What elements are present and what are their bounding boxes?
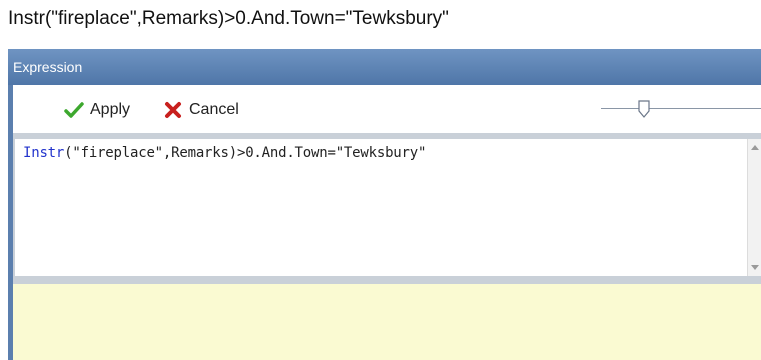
expression-window: Expression Apply Cancel Instr("fireplace… [8, 49, 761, 360]
message-area [13, 278, 761, 360]
x-icon [163, 100, 183, 120]
scroll-up-arrow-icon[interactable] [751, 145, 759, 150]
expression-text[interactable]: Instr("fireplace",Remarks)>0.And.Town="T… [23, 145, 426, 161]
apply-button[interactable]: Apply [64, 99, 130, 121]
toolbar: Apply Cancel [13, 85, 761, 133]
function-keyword: Instr [23, 145, 65, 161]
apply-label: Apply [90, 101, 131, 118]
expression-editor[interactable]: Instr("fireplace",Remarks)>0.And.Town="T… [13, 133, 761, 278]
cancel-button[interactable]: Cancel [163, 99, 239, 121]
cancel-label: Cancel [189, 101, 239, 118]
slider-thumb[interactable] [638, 100, 650, 118]
checkmark-icon [64, 100, 84, 120]
zoom-slider[interactable] [601, 100, 761, 120]
page-caption: Instr("fireplace",Remarks)>0.And.Town="T… [8, 8, 449, 29]
slider-track [601, 108, 761, 109]
expression-arguments: ("fireplace",Remarks)>0.And.Town="Tewksb… [64, 145, 427, 161]
scroll-down-arrow-icon[interactable] [751, 265, 759, 270]
vertical-scrollbar[interactable] [747, 139, 761, 276]
window-title: Expression [8, 49, 761, 85]
